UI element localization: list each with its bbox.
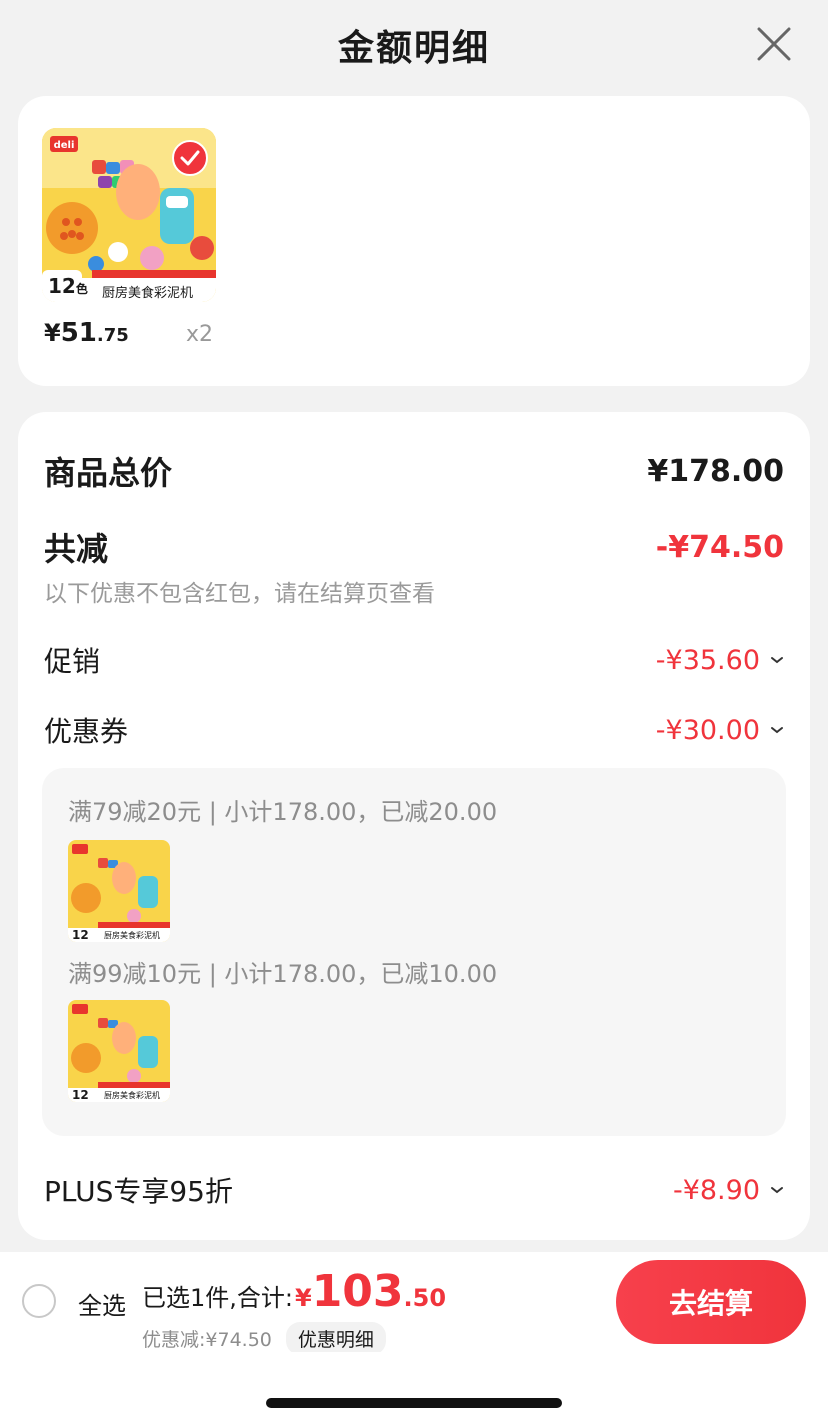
coupon-label: 优惠券 (44, 715, 129, 748)
chevron-down-icon (771, 657, 783, 664)
discount-note: 以下优惠不包含红包，请在结算页查看 (44, 581, 435, 607)
color-count: 12 (48, 274, 76, 298)
promo-value: -¥35.60 (655, 644, 760, 676)
chevron-down-icon (771, 1187, 783, 1194)
product-card: deli 12色 厨房美食彩泥机 ¥ 51 .75 x2 (18, 96, 810, 386)
total-decimal: .50 (403, 1284, 447, 1312)
color-unit: 色 (75, 282, 88, 296)
plus-row[interactable]: PLUS专享95折 -¥8.90 (44, 1170, 784, 1210)
home-indicator (266, 1398, 562, 1408)
selected-count-label: 已选1件,合计: (142, 1284, 293, 1312)
svg-text:12: 12 (72, 928, 89, 942)
discount-summary: 优惠减:¥74.50 优惠明细 (142, 1322, 386, 1355)
total-value: ¥178.00 (647, 453, 784, 489)
total-integer: 103 (311, 1266, 404, 1317)
total-summary: 已选1件,合计: ¥ 103 .50 (142, 1270, 446, 1314)
svg-text:12: 12 (72, 1088, 89, 1102)
coupon-detail-panel: 满79减20元 | 小计178.00，已减20.00 12 厨房美食彩泥机 满9… (42, 768, 786, 1136)
reduce-label: 共减 (44, 530, 109, 568)
discount-detail-button[interactable]: 优惠明细 (285, 1322, 386, 1355)
svg-text:厨房美食彩泥机: 厨房美食彩泥机 (104, 930, 160, 940)
promo-label: 促销 (44, 645, 101, 678)
plus-label: PLUS专享95折 (44, 1175, 233, 1208)
coupon-row[interactable]: 优惠券 -¥30.00 (44, 710, 784, 750)
coupon-product-thumb: 12 厨房美食彩泥机 (68, 1000, 170, 1102)
total-label: 商品总价 (44, 454, 173, 492)
coupon-item-text: 满99减10元 | 小计178.00，已减10.00 (68, 960, 498, 988)
chevron-down-icon (771, 727, 783, 734)
product-quantity: x2 (186, 322, 214, 347)
reduce-value: -¥74.50 (655, 529, 784, 565)
checkout-button[interactable]: 去结算 (616, 1260, 806, 1344)
bottom-safe-area (0, 1352, 828, 1425)
close-icon[interactable] (756, 26, 792, 62)
price-symbol: ¥ (44, 319, 61, 347)
coupon-product-thumb: 12 厨房美食彩泥机 (68, 840, 170, 942)
discount-amount: 优惠减:¥74.50 (142, 1329, 272, 1351)
product-price: ¥ 51 .75 (44, 318, 129, 348)
total-symbol: ¥ (294, 1284, 312, 1312)
svg-text:deli: deli (54, 140, 75, 151)
svg-text:厨房美食彩泥机: 厨房美食彩泥机 (104, 1090, 160, 1100)
total-row: 商品总价 ¥178.00 (44, 448, 784, 494)
reduce-row: 共减 -¥74.50 (44, 524, 784, 570)
select-all-radio[interactable] (22, 1284, 56, 1318)
page-title: 金额明细 (337, 28, 490, 69)
checkout-bar: 全选 已选1件,合计: ¥ 103 .50 优惠减:¥74.50 优惠明细 去结… (0, 1252, 828, 1355)
select-all-label[interactable]: 全选 (78, 1286, 126, 1321)
modal-header: 金额明细 (0, 0, 828, 90)
thumb-product-name: 厨房美食彩泥机 (102, 286, 194, 301)
price-integer: 51 (60, 318, 97, 348)
coupon-value: -¥30.00 (655, 714, 760, 746)
promo-row[interactable]: 促销 -¥35.60 (44, 640, 784, 680)
summary-card: 商品总价 ¥178.00 共减 -¥74.50 以下优惠不包含红包，请在结算页查… (18, 412, 810, 1240)
product-image[interactable]: deli 12色 厨房美食彩泥机 (42, 128, 216, 302)
price-decimal: .75 (96, 325, 129, 346)
plus-value: -¥8.90 (672, 1174, 760, 1206)
selected-check-icon (172, 140, 208, 176)
coupon-item-text: 满79减20元 | 小计178.00，已减20.00 (68, 798, 498, 826)
